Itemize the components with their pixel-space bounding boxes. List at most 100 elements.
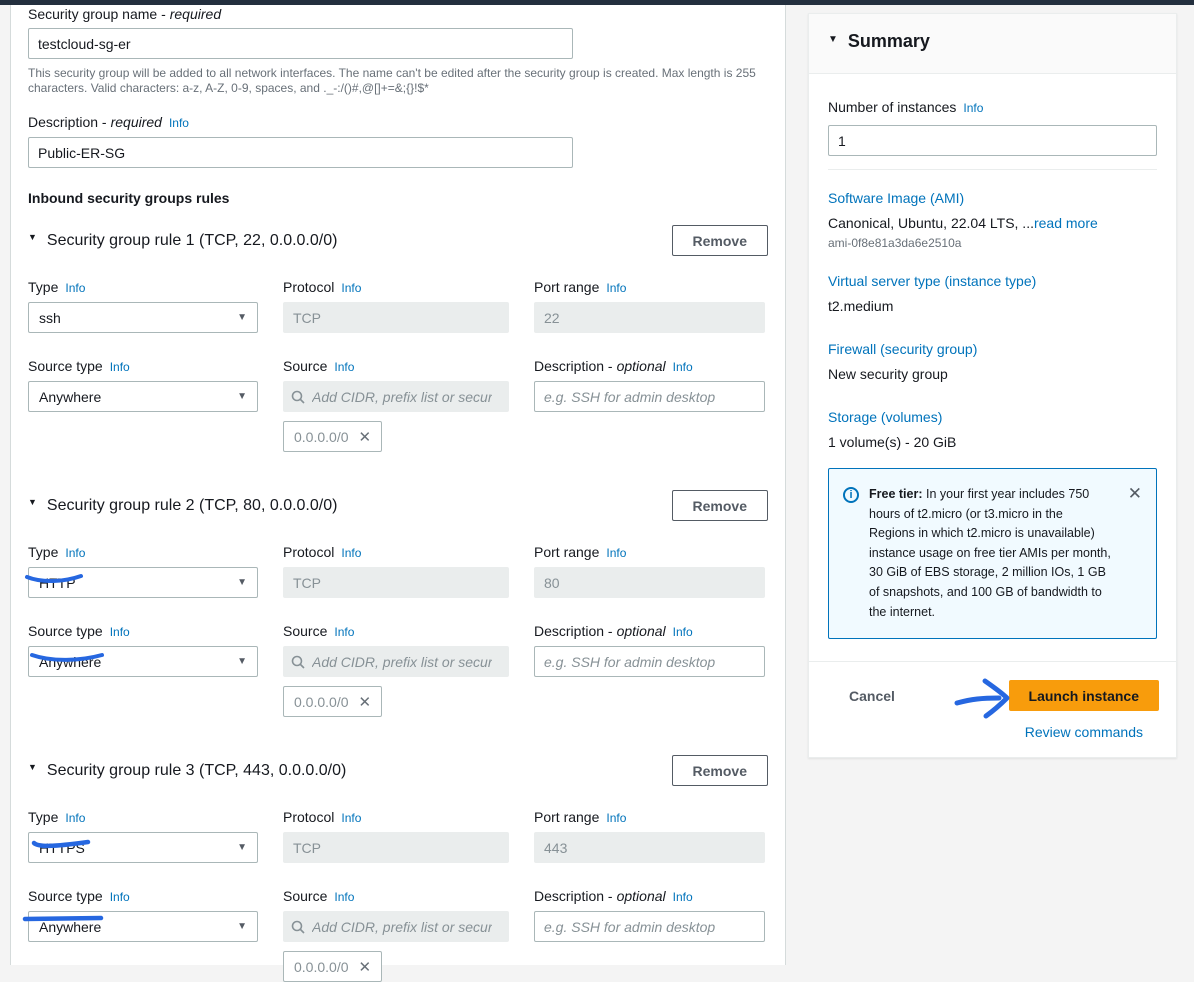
software-image-value: Canonical, Ubuntu, 22.04 LTS, ...read mo… — [828, 214, 1157, 233]
rule-2-remove-button[interactable]: Remove — [672, 490, 768, 521]
port-info-link[interactable]: Info — [606, 281, 626, 295]
search-icon — [291, 655, 305, 669]
source-type-info-link[interactable]: Info — [110, 625, 130, 639]
rule-2-protocol-label: ProtocolInfo — [283, 543, 509, 563]
rule-3-type-select[interactable]: HTTPS ▼ — [28, 832, 258, 863]
rule-1-source-type-select[interactable]: Anywhere ▼ — [28, 381, 258, 412]
rule-3-source-search[interactable] — [283, 911, 509, 942]
source-info-link[interactable]: Info — [334, 625, 354, 639]
rule-1-desc-label: Description -optionalInfo — [534, 357, 765, 377]
rule-3-type-label: TypeInfo — [28, 808, 258, 828]
desc-info-link[interactable]: Info — [673, 890, 693, 904]
rule-2-port-label: Port rangeInfo — [534, 543, 765, 563]
rule-1-source-type-label: Source typeInfo — [28, 357, 258, 377]
type-info-link[interactable]: Info — [65, 546, 85, 560]
select-caret-icon: ▼ — [237, 921, 247, 932]
rule-3-source-input[interactable] — [312, 919, 492, 935]
rule-2-source-input[interactable] — [312, 654, 492, 670]
inbound-rules-heading: Inbound security groups rules — [28, 189, 768, 208]
description-label: Description -requiredInfo — [28, 113, 768, 133]
rule-1-desc-input[interactable] — [534, 381, 765, 412]
remove-cidr-icon[interactable]: ✕ — [359, 958, 372, 976]
type-info-link[interactable]: Info — [65, 811, 85, 825]
rule-1-source-search[interactable] — [283, 381, 509, 412]
close-icon[interactable]: ✕ — [1128, 485, 1142, 503]
rule-2-header: ▼ Security group rule 2 (TCP, 80, 0.0.0.… — [28, 490, 768, 521]
instances-info-link[interactable]: Info — [963, 101, 983, 115]
cancel-button[interactable]: Cancel — [849, 688, 895, 704]
chevron-down-icon[interactable]: ▼ — [28, 232, 37, 242]
rule-2-desc-label: Description -optionalInfo — [534, 622, 765, 642]
rule-2-source-search[interactable] — [283, 646, 509, 677]
review-commands-link[interactable]: Review commands — [1025, 724, 1143, 740]
remove-cidr-icon[interactable]: ✕ — [359, 693, 372, 711]
port-info-link[interactable]: Info — [606, 546, 626, 560]
free-tier-alert: i Free tier: In your first year includes… — [828, 468, 1157, 639]
summary-panel: ▼ Summary Number of instancesInfo Softwa… — [808, 13, 1177, 758]
select-caret-icon: ▼ — [237, 312, 247, 323]
rule-2-type-label: TypeInfo — [28, 543, 258, 563]
firewall-link[interactable]: Firewall (security group) — [828, 340, 977, 359]
instance-type-link[interactable]: Virtual server type (instance type) — [828, 272, 1036, 291]
chevron-down-icon[interactable]: ▼ — [28, 762, 37, 772]
rule-3-source-type-select[interactable]: Anywhere ▼ — [28, 911, 258, 942]
security-group-name-help: This security group will be added to all… — [28, 66, 768, 96]
source-type-info-link[interactable]: Info — [110, 890, 130, 904]
port-info-link[interactable]: Info — [606, 811, 626, 825]
instance-type-value: t2.medium — [828, 297, 1157, 316]
protocol-info-link[interactable]: Info — [341, 811, 361, 825]
select-caret-icon: ▼ — [237, 842, 247, 853]
rule-2-source-label: SourceInfo — [283, 622, 509, 642]
security-group-form-panel: Security group name -required This secur… — [10, 5, 786, 965]
source-info-link[interactable]: Info — [334, 890, 354, 904]
select-caret-icon: ▼ — [237, 391, 247, 402]
rule-1-header: ▼ Security group rule 1 (TCP, 22, 0.0.0.… — [28, 225, 768, 256]
instances-input[interactable] — [828, 125, 1157, 156]
rule-3-protocol-label: ProtocolInfo — [283, 808, 509, 828]
rule-2-source-type-select[interactable]: Anywhere ▼ — [28, 646, 258, 677]
rule-1-source-input[interactable] — [312, 389, 492, 405]
rule-2-type-select[interactable]: HTTP ▼ — [28, 567, 258, 598]
rule-1-protocol-field: TCP — [283, 302, 509, 333]
rule-3-desc-input[interactable] — [534, 911, 765, 942]
rule-2-title: ▼ Security group rule 2 (TCP, 80, 0.0.0.… — [28, 497, 337, 515]
rule-1-port-field: 22 — [534, 302, 765, 333]
rule-1-protocol-label: ProtocolInfo — [283, 278, 509, 298]
software-image-link[interactable]: Software Image (AMI) — [828, 189, 964, 208]
remove-cidr-icon[interactable]: ✕ — [359, 428, 372, 446]
source-type-info-link[interactable]: Info — [110, 360, 130, 374]
summary-header[interactable]: ▼ Summary — [809, 14, 1176, 74]
rule-1-cidr-token: 0.0.0.0/0 ✕ — [283, 421, 382, 452]
protocol-info-link[interactable]: Info — [341, 546, 361, 560]
rule-3-title: ▼ Security group rule 3 (TCP, 443, 0.0.0… — [28, 762, 346, 780]
top-nav-bar-edge — [0, 0, 1194, 5]
summary-footer: Cancel Launch instance Review commands — [809, 661, 1176, 757]
rule-3-desc-label: Description -optionalInfo — [534, 887, 765, 907]
summary-title: Summary — [848, 31, 930, 52]
rule-3-source-label: SourceInfo — [283, 887, 509, 907]
protocol-info-link[interactable]: Info — [341, 281, 361, 295]
type-info-link[interactable]: Info — [65, 281, 85, 295]
chevron-down-icon[interactable]: ▼ — [28, 497, 37, 507]
rule-3-source-type-label: Source typeInfo — [28, 887, 258, 907]
storage-link[interactable]: Storage (volumes) — [828, 408, 942, 427]
read-more-link[interactable]: read more — [1034, 215, 1098, 231]
rule-1-remove-button[interactable]: Remove — [672, 225, 768, 256]
source-info-link[interactable]: Info — [334, 360, 354, 374]
description-input[interactable] — [28, 137, 573, 168]
search-icon — [291, 390, 305, 404]
rule-2-desc-input[interactable] — [534, 646, 765, 677]
rule-1-type-select[interactable]: ssh ▼ — [28, 302, 258, 333]
rule-1-title: ▼ Security group rule 1 (TCP, 22, 0.0.0.… — [28, 232, 337, 250]
description-info-link[interactable]: Info — [169, 116, 189, 130]
security-group-name-input[interactable] — [28, 28, 573, 59]
launch-instance-button[interactable]: Launch instance — [1009, 680, 1159, 711]
rule-3-port-label: Port rangeInfo — [534, 808, 765, 828]
storage-value: 1 volume(s) - 20 GiB — [828, 433, 1157, 452]
select-caret-icon: ▼ — [237, 577, 247, 588]
rule-3-remove-button[interactable]: Remove — [672, 755, 768, 786]
rule-2-port-field: 80 — [534, 567, 765, 598]
desc-info-link[interactable]: Info — [673, 360, 693, 374]
rule-2-protocol-field: TCP — [283, 567, 509, 598]
desc-info-link[interactable]: Info — [673, 625, 693, 639]
